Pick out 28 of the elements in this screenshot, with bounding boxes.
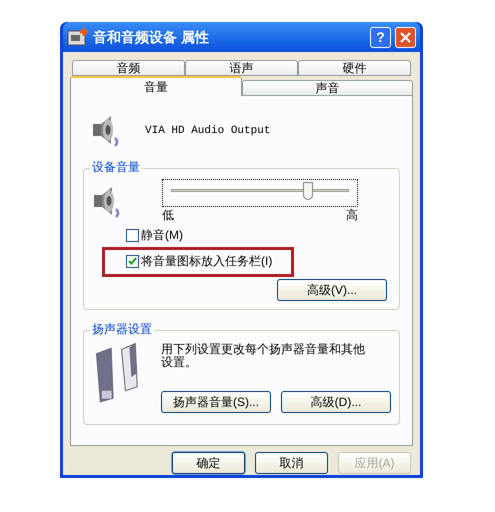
tab[interactable]: 音量 [70, 76, 242, 96]
close-icon [400, 32, 411, 42]
checkbox[interactable] [126, 228, 139, 242]
dialog-button[interactable]: 高级(V)... [277, 279, 387, 301]
dialog-button[interactable]: 取消 [255, 452, 328, 474]
help-button[interactable]: ? [370, 26, 391, 48]
device-name: VIA HD Audio Output [145, 124, 270, 139]
app-icon [67, 27, 89, 47]
slider-label: 高 [346, 209, 358, 221]
checkbox[interactable] [126, 254, 139, 268]
dialog-button[interactable]: 确定 [172, 452, 245, 474]
tab[interactable]: 硬件 [298, 60, 411, 76]
tab[interactable]: 声音 [242, 80, 413, 96]
group-title: 设备音量 [90, 161, 142, 173]
dialog-button[interactable]: 高级(D)... [281, 391, 391, 413]
slider-label: 低 [162, 209, 174, 221]
slider-thumb[interactable] [302, 182, 313, 200]
window-title: 音和音频设备 属性 [93, 28, 210, 46]
volume-slider[interactable] [162, 179, 358, 207]
group-title: 扬声器设置 [90, 323, 154, 335]
close-button[interactable] [395, 26, 416, 48]
dialog-button[interactable]: 扬声器音量(S)... [161, 391, 271, 413]
tab[interactable]: 语声 [185, 60, 298, 76]
checkbox-label: 静音(M) [141, 229, 183, 241]
description-text: 用下列设置更改每个扬声器音量和其他设置。 [161, 343, 366, 369]
check-icon [128, 257, 137, 265]
tab[interactable]: 音频 [72, 60, 185, 76]
checkbox-label: 将音量图标放入任务栏(I) [141, 255, 272, 267]
